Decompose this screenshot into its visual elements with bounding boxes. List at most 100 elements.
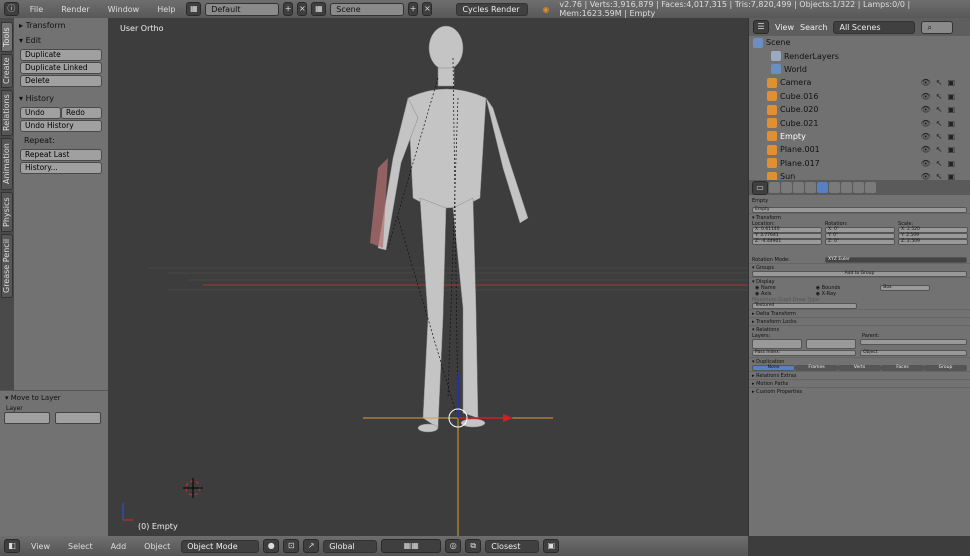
snap-target-select[interactable]: Closest — [485, 539, 540, 553]
delete-button[interactable]: Delete — [20, 75, 102, 87]
panel-transform-locks[interactable]: ▸ Transform Locks — [749, 317, 970, 325]
menu-select[interactable]: Select — [61, 542, 100, 551]
scene-icon[interactable]: ▦ — [311, 2, 327, 16]
tab-animation[interactable]: Animation — [1, 138, 13, 190]
panel-custom-properties[interactable]: ▸ Custom Properties — [749, 387, 970, 395]
texture-tab-icon[interactable] — [853, 182, 864, 193]
visibility-icons[interactable]: 👁↖▣ — [921, 92, 960, 101]
tab-relations[interactable]: Relations — [1, 90, 13, 136]
visibility-icons[interactable]: 👁↖▣ — [921, 159, 960, 168]
layer-grid-1[interactable] — [4, 412, 50, 424]
mode-select[interactable]: Object Mode — [181, 539, 260, 553]
scene-select[interactable]: Scene — [330, 2, 404, 16]
outliner-item[interactable]: Plane.001 👁↖▣ — [749, 143, 970, 156]
dup-verts[interactable]: Verts — [838, 365, 881, 371]
panel-delta-transform[interactable]: ▸ Delta Transform — [749, 309, 970, 317]
snap-icon[interactable]: ⧉ — [465, 539, 482, 553]
outliner-type-icon[interactable]: ☰ — [753, 20, 769, 34]
layers-grid-a[interactable] — [752, 339, 802, 349]
render-icon[interactable]: ▣ — [543, 539, 560, 553]
section-edit[interactable]: ▾ Edit — [14, 33, 108, 48]
search-icon[interactable]: ⌕ — [921, 20, 954, 34]
outliner-item[interactable]: Cube.020 👁↖▣ — [749, 103, 970, 116]
render-engine-select[interactable]: Cycles Render — [456, 2, 529, 16]
undo-button[interactable]: Undo — [20, 107, 61, 119]
section-history[interactable]: ▾ History — [14, 91, 108, 106]
repeat-last-button[interactable]: Repeat Last — [20, 149, 102, 161]
layout-icon[interactable]: ▦ — [186, 2, 202, 16]
outliner-menu-view[interactable]: View — [775, 23, 794, 32]
manipulator-icon[interactable]: ↗ — [303, 539, 320, 553]
visibility-icons[interactable]: 👁↖▣ — [921, 132, 960, 141]
panel-groups[interactable]: ▾ Groups — [749, 263, 970, 271]
menu-help[interactable]: Help — [150, 5, 182, 14]
constraints-tab-icon[interactable] — [829, 182, 840, 193]
dup-frames[interactable]: Frames — [795, 365, 838, 371]
scene-tab-icon[interactable] — [793, 182, 804, 193]
tab-physics[interactable]: Physics — [1, 192, 13, 232]
outliner-item[interactable]: Camera 👁↖▣ — [749, 76, 970, 89]
add-layout-icon[interactable]: + — [283, 2, 294, 16]
panel-motion-paths[interactable]: ▸ Motion Paths — [749, 379, 970, 387]
properties-type-icon[interactable]: ▭ — [752, 180, 768, 195]
orientation-select[interactable]: Global — [323, 539, 378, 553]
pivot-icon[interactable]: ⊡ — [283, 539, 300, 553]
menu-render[interactable]: Render — [54, 5, 96, 14]
redo-button[interactable]: Redo — [61, 107, 102, 119]
layers-grid-b[interactable] — [806, 339, 856, 349]
duplicate-button[interactable]: Duplicate — [20, 49, 102, 61]
menu-object[interactable]: Object — [137, 542, 177, 551]
remove-layout-icon[interactable]: × — [297, 2, 308, 16]
panel-relations-extras[interactable]: ▸ Relations Extras — [749, 371, 970, 379]
menu-view[interactable]: View — [24, 542, 57, 551]
rotation-mode-select[interactable]: XYZ Euler — [825, 257, 967, 263]
3d-viewport[interactable]: User Ortho (0) Empty — [108, 18, 748, 536]
pass-index-field[interactable]: Pass Index: — [752, 350, 856, 356]
parent-field[interactable] — [860, 339, 967, 345]
undo-history-button[interactable]: Undo History — [20, 120, 102, 132]
duplicate-linked-button[interactable]: Duplicate Linked — [20, 62, 102, 74]
display-mode-select[interactable]: All Scenes — [833, 20, 916, 34]
shading-icon[interactable]: ● — [263, 539, 280, 553]
outliner-menu-search[interactable]: Search — [800, 23, 827, 32]
panel-relations[interactable]: ▾ Relations — [749, 325, 970, 333]
section-transform[interactable]: ▸ Transform — [14, 18, 108, 33]
outliner-item[interactable]: Cube.021 👁↖▣ — [749, 116, 970, 129]
scale-z[interactable]: Z: 2.509 — [898, 239, 968, 245]
operator-title[interactable]: ▾ Move to Layer — [0, 391, 108, 405]
physics-tab-icon[interactable] — [865, 182, 876, 193]
add-scene-icon[interactable]: + — [408, 2, 419, 16]
lock-icon[interactable]: ◎ — [445, 539, 462, 553]
world-tab-icon[interactable] — [805, 182, 816, 193]
location-z[interactable]: Z: -4.44901 — [752, 239, 822, 245]
tab-grease-pencil[interactable]: Grease Pencil — [1, 234, 13, 298]
menu-window[interactable]: Window — [101, 5, 147, 14]
panel-duplication[interactable]: ▾ Duplication — [749, 357, 970, 365]
menu-file[interactable]: File — [23, 5, 50, 14]
layout-select[interactable]: Default — [205, 2, 279, 16]
rotation-z[interactable]: Z: 0° — [825, 239, 895, 245]
outliner-item[interactable]: Scene — [749, 36, 970, 49]
outliner-item[interactable]: RenderLayers — [749, 49, 970, 62]
dup-group[interactable]: Group — [924, 365, 967, 371]
info-editor-icon[interactable]: ⓘ — [4, 2, 19, 16]
layers-grid[interactable]: ▦▦ — [381, 539, 442, 553]
dup-none[interactable]: None — [752, 365, 795, 371]
render-tab-icon[interactable] — [769, 182, 780, 193]
layers-tab-icon[interactable] — [781, 182, 792, 193]
dup-faces[interactable]: Faces — [881, 365, 924, 371]
outliner-item[interactable]: Plane.017 👁↖▣ — [749, 157, 970, 170]
data-tab-icon[interactable] — [841, 182, 852, 193]
menu-add[interactable]: Add — [104, 542, 134, 551]
panel-display[interactable]: ▾ Display — [749, 277, 970, 285]
object-tab-icon[interactable] — [817, 182, 828, 193]
bounds-type-select[interactable]: Box — [880, 285, 931, 291]
layer-grid-2[interactable] — [55, 412, 101, 424]
tab-tools[interactable]: Tools — [1, 22, 13, 52]
visibility-icons[interactable]: 👁↖▣ — [921, 78, 960, 87]
outliner-item[interactable]: Cube.016 👁↖▣ — [749, 90, 970, 103]
visibility-icons[interactable]: 👁↖▣ — [921, 119, 960, 128]
history-button[interactable]: History... — [20, 162, 102, 174]
panel-transform[interactable]: ▾ Transform — [749, 213, 970, 221]
visibility-icons[interactable]: 👁↖▣ — [921, 105, 960, 114]
